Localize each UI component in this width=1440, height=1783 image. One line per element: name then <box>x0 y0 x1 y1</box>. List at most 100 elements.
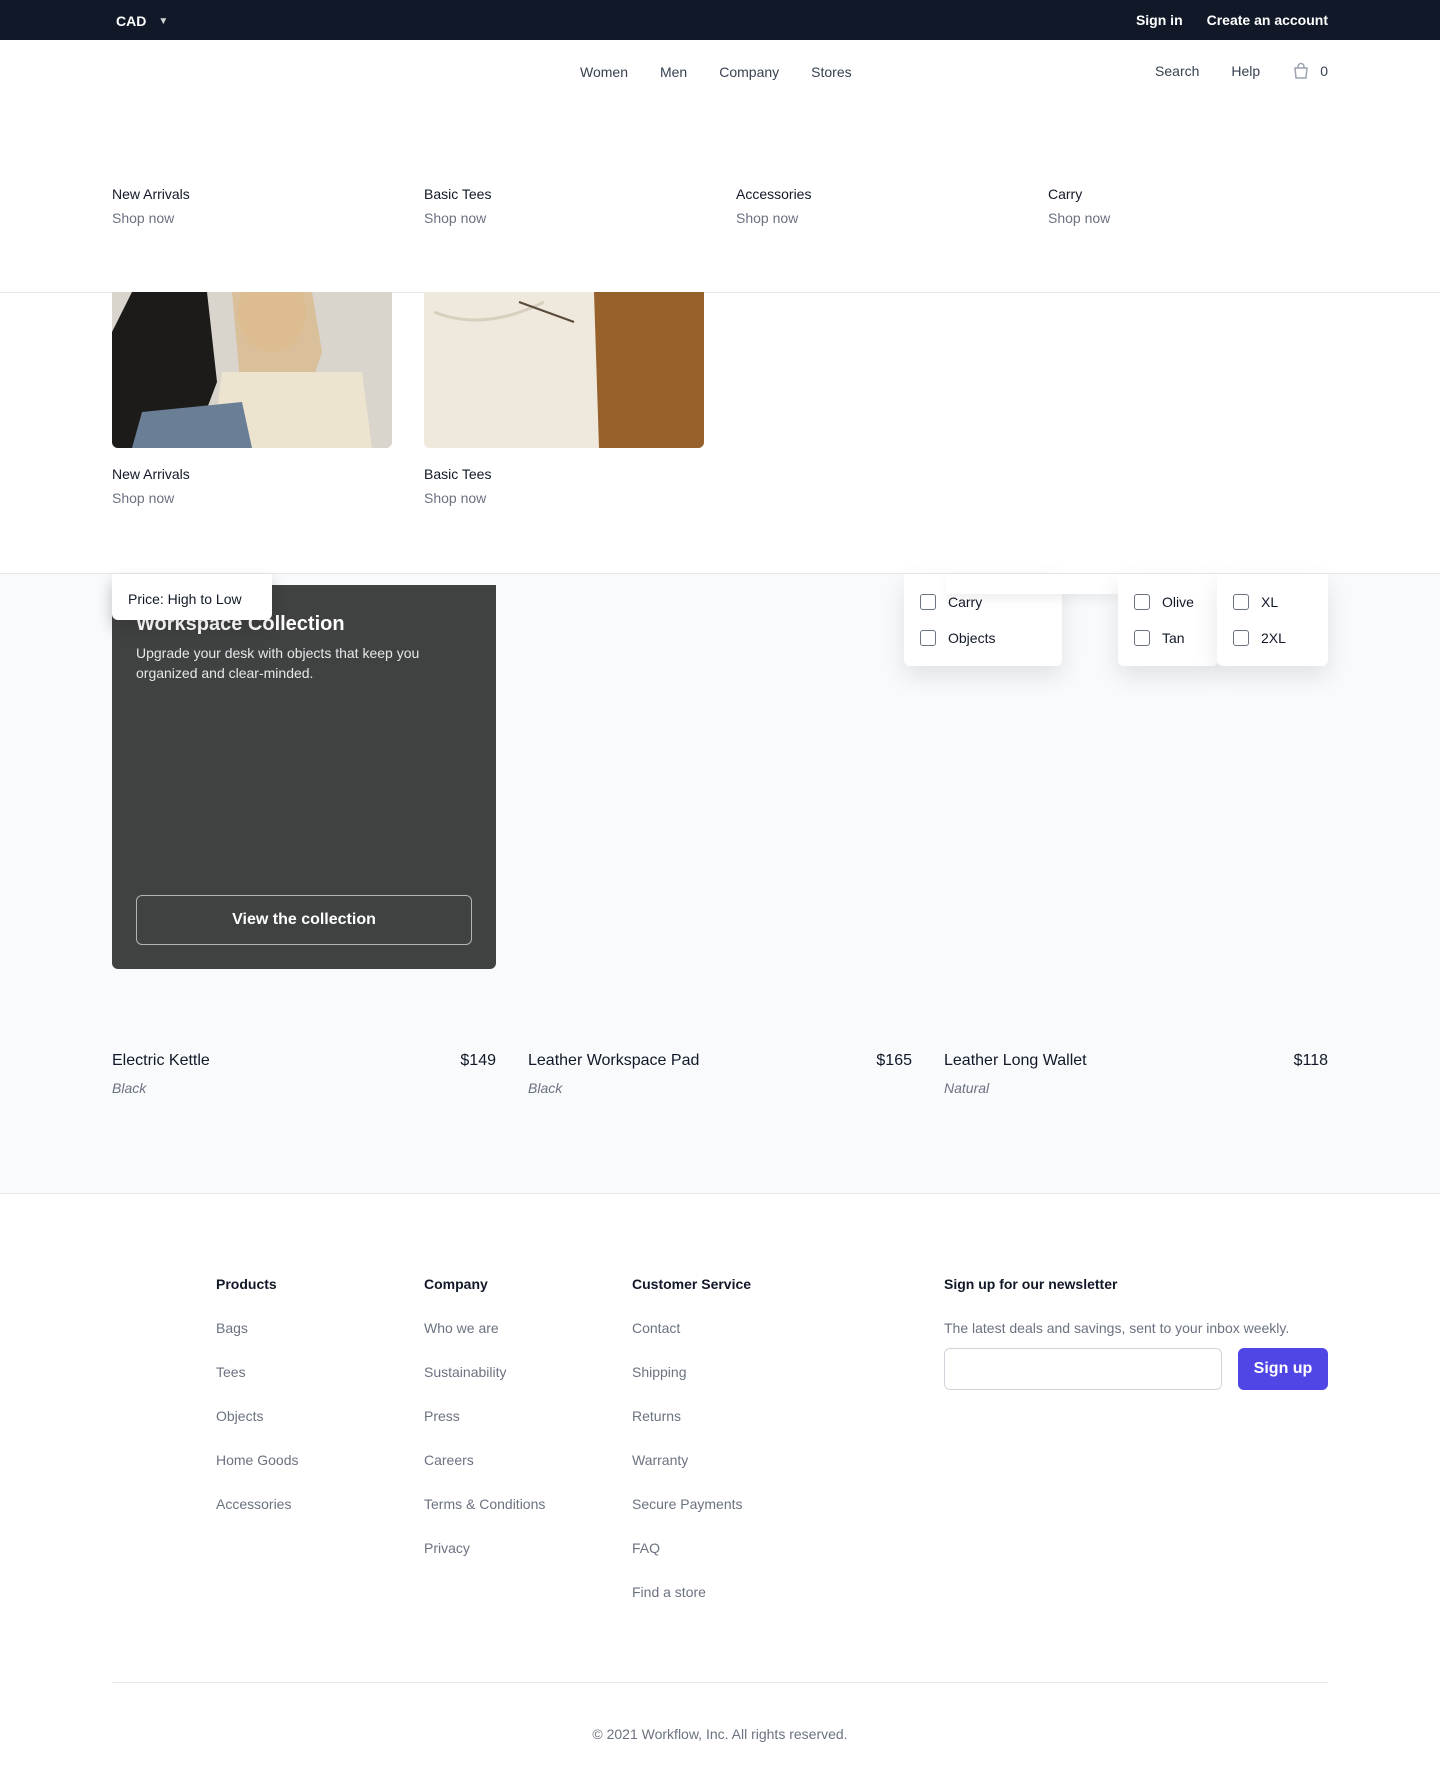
footer-link-careers[interactable]: Careers <box>424 1452 545 1470</box>
newsletter-description: The latest deals and savings, sent to yo… <box>944 1320 1290 1336</box>
filter-option-tan[interactable]: Tan <box>1134 630 1185 646</box>
category-name: Basic Tees <box>424 186 492 202</box>
product-card[interactable]: Leather Long Wallet $118 Natural <box>944 1052 1328 1096</box>
product-color: Natural <box>944 1080 990 1096</box>
shop-now-link[interactable]: Shop now <box>424 210 491 226</box>
footer-company-column: Company Who we are Sustainability Press … <box>424 1276 545 1584</box>
footer-link-accessories[interactable]: Accessories <box>216 1496 298 1514</box>
product-price: $118 <box>1293 1052 1328 1069</box>
menu-category-new-arrivals[interactable]: New Arrivals Shop now <box>112 186 190 226</box>
nav-link-men[interactable]: Men <box>660 64 687 80</box>
option-label: Tan <box>1162 630 1185 646</box>
new-arrivals-image[interactable] <box>112 292 392 448</box>
filter-option-carry[interactable]: Carry <box>920 594 982 610</box>
currency-label: CAD <box>116 13 147 29</box>
footer-link-sustainability[interactable]: Sustainability <box>424 1364 545 1382</box>
footer-link-press[interactable]: Press <box>424 1408 545 1426</box>
product-color: Black <box>112 1080 147 1096</box>
checkbox[interactable] <box>1233 594 1249 610</box>
newsletter-heading: Sign up for our newsletter <box>944 1276 1118 1292</box>
footer-link-objects[interactable]: Objects <box>216 1408 298 1426</box>
top-bar: CAD ▼ Sign in Create an account <box>0 0 1440 40</box>
menu-category-accessories[interactable]: Accessories Shop now <box>736 186 811 226</box>
menu-category-new-arrivals[interactable]: New Arrivals Shop now <box>112 466 190 506</box>
nav-links: Women Men Company Stores <box>580 64 852 80</box>
copyright-text: © 2021 Workflow, Inc. All rights reserve… <box>592 1726 848 1742</box>
search-link[interactable]: Search <box>1155 63 1199 79</box>
product-card[interactable]: Leather Workspace Pad $165 Black <box>528 1052 912 1096</box>
workspace-promo-card: Workspace Collection Upgrade your desk w… <box>112 585 496 969</box>
checkbox[interactable] <box>1134 630 1150 646</box>
category-name: Basic Tees <box>424 466 492 482</box>
footer-link-terms[interactable]: Terms & Conditions <box>424 1496 545 1514</box>
option-label: 2XL <box>1261 630 1286 646</box>
footer-link-tees[interactable]: Tees <box>216 1364 298 1382</box>
footer-heading: Company <box>424 1276 488 1292</box>
newsletter-email-input[interactable] <box>944 1348 1222 1390</box>
shop-now-link[interactable]: Shop now <box>112 210 190 226</box>
option-label: Objects <box>948 630 996 646</box>
footer-link-warranty[interactable]: Warranty <box>632 1452 751 1470</box>
product-color: Black <box>528 1080 563 1096</box>
help-link[interactable]: Help <box>1231 63 1260 79</box>
footer-products-column: Products Bags Tees Objects Home Goods Ac… <box>216 1276 298 1540</box>
filter-option-objects[interactable]: Objects <box>920 630 995 646</box>
menu-category-basic-tees[interactable]: Basic Tees Shop now <box>424 466 491 506</box>
footer-link-secure-payments[interactable]: Secure Payments <box>632 1496 751 1514</box>
footer-link-shipping[interactable]: Shipping <box>632 1364 751 1382</box>
chevron-down-icon: ▼ <box>158 15 169 27</box>
footer-link-privacy[interactable]: Privacy <box>424 1540 545 1558</box>
product-price: $165 <box>876 1052 912 1069</box>
footer-service-column: Customer Service Contact Shipping Return… <box>632 1276 751 1628</box>
nav-link-company[interactable]: Company <box>719 64 779 80</box>
product-name[interactable]: Leather Workspace Pad <box>528 1052 699 1070</box>
checkbox[interactable] <box>1233 630 1249 646</box>
product-card[interactable]: Electric Kettle $149 Black <box>112 1052 496 1096</box>
footer-link-home-goods[interactable]: Home Goods <box>216 1452 298 1470</box>
footer-link-returns[interactable]: Returns <box>632 1408 751 1426</box>
menu-category-basic-tees[interactable]: Basic Tees Shop now <box>424 186 491 226</box>
view-collection-button[interactable]: View the collection <box>136 895 472 945</box>
sort-option-label[interactable]: Price: High to Low <box>128 591 242 607</box>
sign-up-button[interactable]: Sign up <box>1238 1348 1328 1390</box>
basic-tees-image[interactable] <box>424 292 704 448</box>
filter-option-2xl[interactable]: 2XL <box>1233 630 1286 646</box>
filter-panel-fragment <box>946 574 1118 594</box>
category-name: Accessories <box>736 186 812 202</box>
shop-now-link[interactable]: Shop now <box>424 490 491 506</box>
footer-link-bags[interactable]: Bags <box>216 1320 298 1338</box>
footer: Products Bags Tees Objects Home Goods Ac… <box>0 1193 1440 1783</box>
currency-selector[interactable]: CAD ▼ <box>116 13 168 29</box>
category-name: Carry <box>1048 186 1083 202</box>
create-account-link[interactable]: Create an account <box>1207 12 1328 28</box>
people-photo <box>112 292 392 448</box>
menu-category-carry[interactable]: Carry Shop now <box>1048 186 1110 226</box>
footer-link-faq[interactable]: FAQ <box>632 1540 751 1558</box>
filter-option-xl[interactable]: XL <box>1233 594 1278 610</box>
footer-link-find-a-store[interactable]: Find a store <box>632 1584 751 1602</box>
nav-link-stores[interactable]: Stores <box>811 64 851 80</box>
product-name[interactable]: Electric Kettle <box>112 1052 210 1070</box>
product-name[interactable]: Leather Long Wallet <box>944 1052 1087 1070</box>
shirts-photo <box>424 292 704 448</box>
cart-count: 0 <box>1320 63 1328 79</box>
shop-now-link[interactable]: Shop now <box>112 490 190 506</box>
checkbox[interactable] <box>920 630 936 646</box>
footer-link-contact[interactable]: Contact <box>632 1320 751 1338</box>
nav-link-women[interactable]: Women <box>580 64 628 80</box>
checkbox[interactable] <box>1134 594 1150 610</box>
footer-heading: Customer Service <box>632 1276 752 1292</box>
newsletter-section: Sign up for our newsletter The latest de… <box>944 1276 1328 1390</box>
option-label: XL <box>1261 594 1279 610</box>
filter-option-olive[interactable]: Olive <box>1134 594 1194 610</box>
shop-now-link[interactable]: Shop now <box>1048 210 1110 226</box>
shopping-bag-icon <box>1294 62 1309 79</box>
shop-now-link[interactable]: Shop now <box>736 210 811 226</box>
sign-in-link[interactable]: Sign in <box>1136 12 1183 28</box>
checkbox[interactable] <box>920 594 936 610</box>
promo-description: Upgrade your desk with objects that keep… <box>136 645 420 681</box>
cart-button[interactable]: 0 <box>1292 62 1328 80</box>
footer-heading: Products <box>216 1276 277 1292</box>
product-price: $149 <box>460 1052 496 1069</box>
footer-link-who-we-are[interactable]: Who we are <box>424 1320 545 1338</box>
